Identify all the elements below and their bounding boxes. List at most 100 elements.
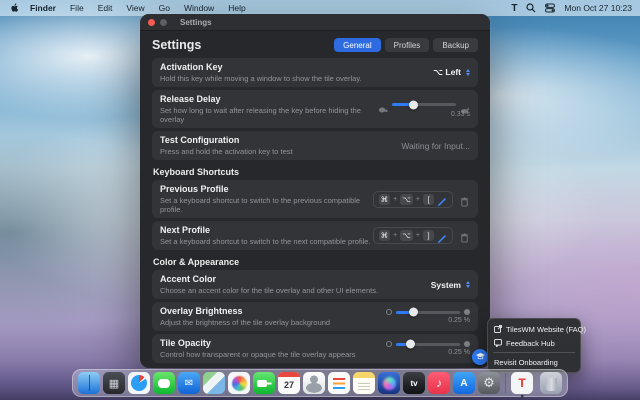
dock-launchpad-icon[interactable]: ▦	[103, 372, 125, 394]
control-center-icon[interactable]	[545, 3, 556, 13]
setting-desc: Press and hold the activation key to tes…	[160, 147, 293, 156]
help-onboarding-button[interactable]	[472, 349, 488, 365]
dock-notes-icon[interactable]	[353, 372, 375, 394]
setting-desc: Control how transparent or opaque the ti…	[160, 350, 356, 359]
tab-bar: General Profiles Backup	[334, 38, 478, 52]
key-separator: +	[415, 195, 420, 203]
keycap-cmd: ⌘	[378, 193, 391, 205]
menubar-item-go[interactable]: Go	[152, 3, 177, 13]
tab-backup[interactable]: Backup	[433, 38, 478, 52]
dock-tileswm-icon[interactable]: T	[511, 372, 533, 394]
dock-appletv-icon[interactable]: tv	[403, 372, 425, 394]
setting-title: Test Configuration	[160, 135, 240, 145]
delete-shortcut-icon[interactable]	[460, 230, 470, 243]
row-previous-profile: Previous Profile Set a keyboard shortcut…	[152, 180, 478, 218]
setting-title: Tile Opacity	[160, 338, 211, 348]
setting-title: Next Profile	[160, 225, 211, 235]
dock-facetime-icon[interactable]	[253, 372, 275, 394]
menu-divider	[493, 352, 575, 353]
dock-safari-icon[interactable]	[128, 372, 150, 394]
slider-thumb[interactable]	[406, 339, 416, 349]
apple-logo-icon[interactable]	[10, 3, 19, 13]
menu-item-feedback-hub[interactable]: Feedback Hub	[492, 336, 576, 350]
menu-item-label: Revisit Onboarding	[494, 357, 558, 367]
max-opacity-icon	[464, 341, 470, 347]
slider-thumb[interactable]	[408, 307, 418, 317]
dock-trash-icon[interactable]	[540, 372, 562, 394]
dock-system-settings-icon[interactable]: ⚙	[478, 372, 500, 394]
dock-photos-icon[interactable]	[228, 372, 250, 394]
menu-item-label: TilesWM Website (FAQ)	[506, 324, 587, 334]
setting-desc: Choose an accent color for the tile over…	[160, 286, 379, 295]
keycap-bracket: [	[423, 193, 434, 205]
setting-desc: Hold this key while moving a window to s…	[160, 74, 362, 83]
key-separator: +	[393, 232, 398, 239]
tile-opacity-slider[interactable]	[396, 339, 460, 349]
menubar-app-name[interactable]: Finder	[23, 3, 63, 13]
menubar-item-help[interactable]: Help	[221, 3, 252, 13]
menubar-item-view[interactable]: View	[119, 3, 151, 13]
dock-appstore-icon[interactable]: A	[453, 372, 475, 394]
tab-general[interactable]: General	[334, 38, 381, 52]
activation-key-value[interactable]: ⌥ Left	[433, 67, 461, 78]
dock-messages-icon[interactable]	[153, 372, 175, 394]
min-brightness-icon	[386, 309, 392, 315]
dock-contacts-icon[interactable]	[303, 372, 325, 394]
accent-color-value[interactable]: System	[431, 280, 461, 290]
setting-desc: Set a keyboard shortcut to switch to the…	[160, 237, 371, 246]
setting-title: Accent Color	[160, 274, 217, 284]
menubar-item-window[interactable]: Window	[177, 3, 221, 13]
slider-thumb[interactable]	[409, 100, 419, 109]
page-title: Settings	[152, 38, 202, 52]
row-test-configuration: Test Configuration Press and hold the ac…	[152, 131, 478, 160]
row-overlay-brightness: Overlay Brightness Adjust the brightness…	[152, 302, 478, 331]
dock-reminders-icon[interactable]	[328, 372, 350, 394]
row-release-delay: Release Delay Set how long to wait after…	[152, 90, 478, 128]
dock-music-icon[interactable]: ♪	[428, 372, 450, 394]
min-opacity-icon	[386, 341, 392, 347]
setting-desc: Adjust the brightness of the tile overla…	[160, 318, 331, 327]
spotlight-search-icon[interactable]	[526, 3, 536, 13]
dock-divider	[505, 373, 506, 393]
external-link-icon	[494, 325, 502, 333]
window-titlebar[interactable]: Settings	[140, 14, 490, 31]
menu-item-revisit-onboarding[interactable]: Revisit Onboarding	[492, 355, 576, 369]
key-separator: +	[393, 195, 398, 203]
dropdown-chevrons-icon[interactable]	[466, 281, 470, 288]
tab-profiles[interactable]: Profiles	[384, 38, 430, 52]
dock-calendar-icon[interactable]: 27	[278, 372, 300, 394]
dock-finder-icon[interactable]	[78, 372, 100, 394]
row-tile-opacity: Tile Opacity Control how transparent or …	[152, 334, 478, 363]
menu-item-website[interactable]: TilesWM Website (FAQ)	[492, 322, 586, 336]
shortcut-editor[interactable]: ⌘ + ⌥ + [	[372, 190, 453, 208]
close-button[interactable]	[148, 18, 155, 26]
section-keyboard-shortcuts: Keyboard Shortcuts	[153, 167, 240, 177]
overlay-brightness-slider[interactable]	[396, 307, 460, 317]
shortcut-editor[interactable]: ⌘ + ⌥ + ]	[372, 227, 453, 244]
minimize-button[interactable]	[160, 18, 167, 26]
tileswm-menubar-icon[interactable]: T	[511, 3, 517, 14]
dock: ▦ ✉ 27 tv ♪ A ⚙ T	[72, 369, 568, 397]
overlay-brightness-value: 0.25 %	[448, 317, 470, 324]
test-configuration-status: Waiting for Input...	[401, 140, 470, 151]
dock-mail-icon[interactable]: ✉	[178, 372, 200, 394]
dropdown-chevrons-icon[interactable]	[466, 69, 470, 76]
graduation-cap-icon	[475, 348, 486, 366]
dock-siri-icon[interactable]	[378, 372, 400, 394]
menu-item-label: Feedback Hub	[506, 338, 555, 348]
keycap-bracket: ]	[423, 230, 434, 241]
edit-shortcut-icon[interactable]	[437, 231, 447, 243]
titlebar-title: Settings	[180, 17, 212, 27]
keycap-option: ⌥	[400, 230, 413, 241]
menubar-item-file[interactable]: File	[63, 3, 91, 13]
menubar-item-edit[interactable]: Edit	[91, 3, 120, 13]
dock-maps-icon[interactable]	[203, 372, 225, 394]
setting-title: Overlay Brightness	[160, 306, 243, 316]
settings-window: Settings Settings General Profiles Backu…	[140, 14, 490, 368]
delete-shortcut-icon[interactable]	[460, 194, 470, 206]
release-delay-slider[interactable]	[392, 100, 456, 109]
section-color-appearance: Color & Appearance	[153, 257, 240, 267]
edit-shortcut-icon[interactable]	[437, 194, 447, 206]
menubar-clock[interactable]: Mon Oct 27 10:23	[564, 3, 632, 13]
setting-title: Previous Profile	[160, 184, 229, 194]
